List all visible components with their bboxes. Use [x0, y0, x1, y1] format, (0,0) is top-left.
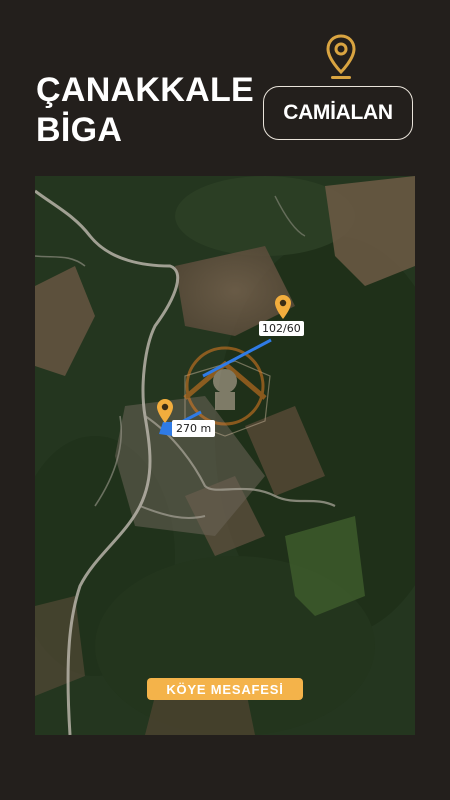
map-pin-icon[interactable] [156, 398, 174, 426]
distance-label: 270 m [172, 420, 216, 437]
map-pin-icon[interactable] [274, 294, 292, 322]
title-city: ÇANAKKALE [36, 71, 255, 109]
location-badge: CAMİALAN [263, 86, 413, 140]
parcel-label: 102/60 [259, 321, 304, 336]
satellite-map[interactable]: 102/60 270 m KÖYE MESAFESİ [35, 176, 415, 735]
satellite-imagery [35, 176, 415, 735]
village-distance-label: KÖYE MESAFESİ [147, 678, 303, 700]
map-pin-icon [326, 34, 356, 79]
page-title: ÇANAKKALE BİGA [36, 70, 254, 150]
title-district: BİGA [36, 111, 123, 149]
